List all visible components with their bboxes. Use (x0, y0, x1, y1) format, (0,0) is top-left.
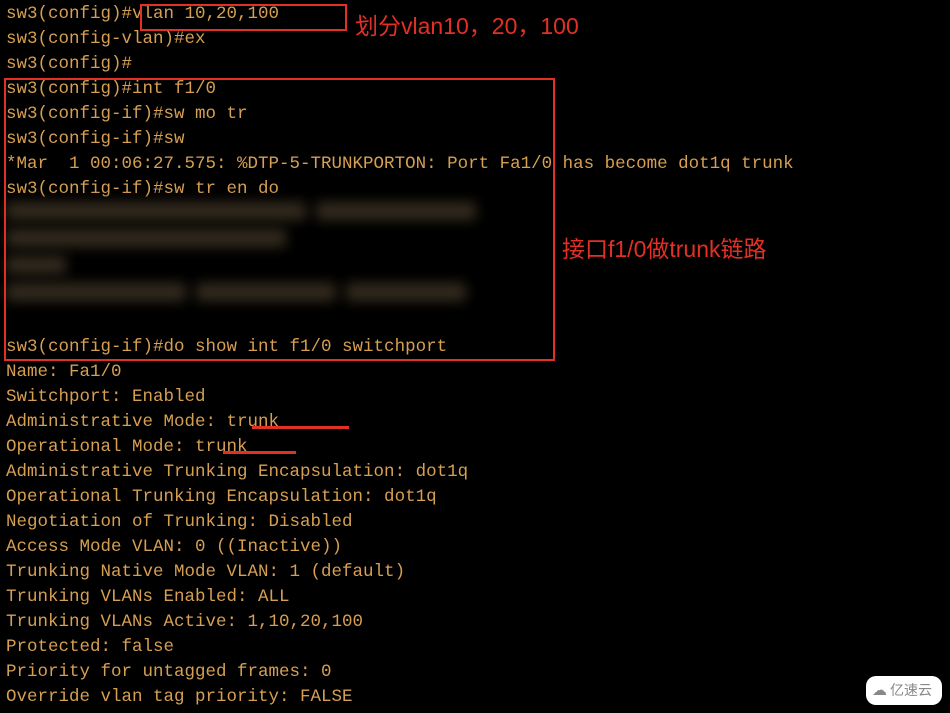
terminal-line: sw3(config-if)#sw tr en do (6, 177, 944, 202)
terminal-line: Trunking VLANs Active: 1,10,20,100 (6, 610, 944, 635)
terminal-line: Operational Trunking Encapsulation: dot1… (6, 485, 944, 510)
watermark-badge: ☁ 亿速云 (866, 676, 942, 705)
terminal-line: sw3(config)# (6, 52, 944, 77)
terminal-line: Operational Mode: trunk (6, 435, 944, 460)
blurred-line (6, 256, 944, 283)
terminal-line: sw3(config-if)#sw mo tr (6, 102, 944, 127)
terminal-line: Access Mode VLAN: 0 ((Inactive)) (6, 535, 944, 560)
terminal-line: Protected: false (6, 635, 944, 660)
terminal-line: sw3(config)#int f1/0 (6, 77, 944, 102)
terminal-line: sw3(config-if)#do show int f1/0 switchpo… (6, 335, 944, 360)
cloud-icon: ☁ (872, 678, 887, 703)
terminal-line: Trunking Native Mode VLAN: 1 (default) (6, 560, 944, 585)
blurred-line (6, 283, 944, 310)
terminal-line: Administrative Mode: trunk (6, 410, 944, 435)
blurred-line (6, 202, 944, 229)
terminal-line: Override vlan tag priority: FALSE (6, 685, 944, 710)
blurred-line (6, 229, 944, 256)
blurred-line (6, 310, 944, 335)
terminal-line: Name: Fa1/0 (6, 360, 944, 385)
terminal-line: *Mar 1 00:06:27.575: %DTP-5-TRUNKPORTON:… (6, 152, 944, 177)
terminal-line: Switchport: Enabled (6, 385, 944, 410)
terminal-line: Negotiation of Trunking: Disabled (6, 510, 944, 535)
annotation-text-trunk: 接口f1/0做trunk链路 (562, 237, 767, 262)
watermark-text: 亿速云 (890, 678, 932, 703)
terminal-line: Administrative Trunking Encapsulation: d… (6, 460, 944, 485)
underline-trunk-1 (252, 426, 349, 429)
terminal-line: Trunking VLANs Enabled: ALL (6, 585, 944, 610)
terminal-line: Priority for untagged frames: 0 (6, 660, 944, 685)
underline-trunk-2 (223, 451, 296, 454)
terminal-line: sw3(config-if)#sw (6, 127, 944, 152)
annotation-text-vlan: 划分vlan10，20，100 (355, 14, 579, 39)
